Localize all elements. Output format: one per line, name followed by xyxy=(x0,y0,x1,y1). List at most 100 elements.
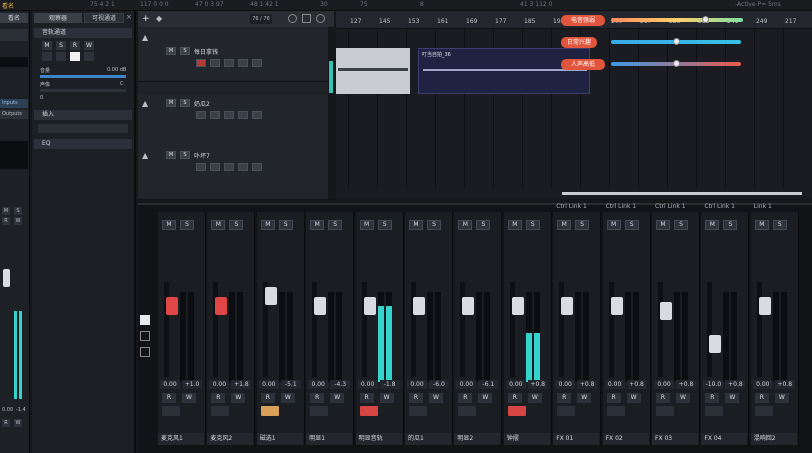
channel-record-button[interactable] xyxy=(260,406,279,416)
insp-extra-2[interactable] xyxy=(56,52,66,61)
channel-write-button[interactable]: W xyxy=(527,393,542,403)
channel-name[interactable]: FX 01 xyxy=(553,433,600,445)
channel-record-button[interactable] xyxy=(606,406,625,416)
channel-mute-button[interactable]: M xyxy=(359,220,374,230)
channel-volume-value[interactable]: 0.00 xyxy=(555,380,576,389)
track-2-w-button[interactable] xyxy=(252,111,262,119)
track-1-edit-button[interactable] xyxy=(224,59,234,67)
section-inserts[interactable]: 插入 xyxy=(34,110,132,120)
channel-volume-value[interactable]: 0.00 xyxy=(604,380,625,389)
insp-extra-1[interactable] xyxy=(42,52,52,61)
left-r-button[interactable]: R xyxy=(2,217,10,225)
channel-record-button[interactable] xyxy=(557,406,576,416)
add-track-button[interactable]: + xyxy=(142,14,152,24)
channel-fader-cap[interactable] xyxy=(511,296,524,315)
channel-fader-track[interactable] xyxy=(213,282,228,377)
channel-fader-track[interactable] xyxy=(411,282,425,377)
insp-w-button[interactable]: W xyxy=(84,41,94,50)
track-row-1[interactable]: ▲ M S 每日拿钱 xyxy=(138,29,334,82)
channel-record-button[interactable] xyxy=(458,406,477,416)
mixer-channel-strip[interactable]: Link 1 M S 0.00 +0.8 R W 混响回2 xyxy=(750,203,799,445)
channel-read-button[interactable]: R xyxy=(606,393,621,403)
audio-clip-1[interactable] xyxy=(336,48,410,94)
channel-solo-button[interactable]: S xyxy=(674,220,688,230)
channel-solo-button[interactable]: S xyxy=(328,220,343,230)
mixer-channel-strip[interactable]: M S 0.00 +0.8 R W 钟摆 xyxy=(503,212,552,445)
mixer-tool-3-icon[interactable] xyxy=(140,347,150,357)
channel-record-button[interactable] xyxy=(754,406,773,416)
channel-fader-track[interactable] xyxy=(658,282,672,377)
channel-solo-button[interactable]: S xyxy=(772,220,787,230)
channel-write-button[interactable]: W xyxy=(774,393,789,403)
left-fader-cap[interactable] xyxy=(3,269,10,287)
track-3-m-button[interactable]: M xyxy=(166,151,176,159)
inputs-item[interactable]: Inputs xyxy=(0,99,28,108)
channel-record-button[interactable] xyxy=(409,406,427,416)
track-3-s-button[interactable]: S xyxy=(180,151,190,159)
channel-solo-button[interactable]: S xyxy=(180,220,194,230)
channel-mute-button[interactable]: M xyxy=(162,220,176,230)
channel-record-button[interactable] xyxy=(310,406,329,416)
channel-write-button[interactable]: W xyxy=(379,393,394,403)
channel-fader-track[interactable] xyxy=(707,282,722,377)
channel-mute-button[interactable]: M xyxy=(705,220,720,230)
channel-fader-track[interactable] xyxy=(608,282,623,377)
outputs-item[interactable]: Outputs xyxy=(0,110,28,119)
channel-write-button[interactable]: W xyxy=(676,393,690,403)
channel-fader-cap[interactable] xyxy=(166,296,178,315)
channel-mute-button[interactable]: M xyxy=(458,220,473,230)
overlay-bar-1[interactable] xyxy=(611,18,743,22)
channel-record-button[interactable] xyxy=(507,406,526,416)
insp-s-button[interactable]: S xyxy=(56,41,66,50)
channel-fader-cap[interactable] xyxy=(363,296,376,315)
mixer-channel-strip[interactable]: Ctrl Link 1 M S 0.00 +0.8 R W FX 01 xyxy=(553,203,602,445)
mixer-channel-strip[interactable]: Ctrl Link 1 M S -10.0 +0.8 R W FX 04 xyxy=(701,203,750,445)
channel-solo-button[interactable]: S xyxy=(525,220,540,230)
track-2-r-button[interactable] xyxy=(238,111,248,119)
channel-fader-cap[interactable] xyxy=(215,296,228,315)
channel-read-button[interactable]: R xyxy=(211,393,226,403)
channel-write-button[interactable]: W xyxy=(478,393,493,403)
search-icon[interactable] xyxy=(316,14,325,23)
track-1-w-button[interactable] xyxy=(252,59,262,67)
channel-fader-cap[interactable] xyxy=(413,296,425,315)
left-m-button[interactable]: M xyxy=(2,207,10,215)
channel-fader-track[interactable] xyxy=(460,282,475,377)
track-3-record-button[interactable] xyxy=(196,163,206,171)
pan-slider[interactable] xyxy=(40,89,126,92)
channel-write-button[interactable]: W xyxy=(626,393,641,403)
overlay-pill-3[interactable]: 人声高低 xyxy=(561,59,605,70)
channel-read-button[interactable]: R xyxy=(507,393,522,403)
channel-read-button[interactable]: R xyxy=(656,393,670,403)
channel-read-button[interactable]: R xyxy=(705,393,720,403)
channel-record-button[interactable] xyxy=(656,406,674,416)
channel-mute-button[interactable]: M xyxy=(260,220,275,230)
channel-mute-button[interactable]: M xyxy=(211,220,226,230)
left-s-button[interactable]: S xyxy=(14,207,22,215)
channel-name[interactable]: 的瓜1 xyxy=(405,433,451,445)
channel-fader-track[interactable] xyxy=(509,282,524,377)
left-w2-button[interactable]: W xyxy=(14,419,22,427)
channel-volume-value[interactable]: 0.00 xyxy=(752,380,773,389)
channel-fader-cap[interactable] xyxy=(264,287,277,306)
insp-m-button[interactable]: M xyxy=(42,41,52,50)
mixer-channel-strip[interactable]: M S 0.00 -4.3 R W 明显1 xyxy=(306,212,355,445)
monitor-icon[interactable] xyxy=(288,14,297,23)
left-r2-button[interactable]: R xyxy=(2,419,10,427)
channel-solo-button[interactable]: S xyxy=(723,220,738,230)
channel-write-button[interactable]: W xyxy=(429,393,443,403)
overlay-knob-2[interactable] xyxy=(673,38,680,45)
tab-inspector[interactable]: 观察器 xyxy=(34,13,82,23)
channel-name[interactable]: 钟摆 xyxy=(503,433,550,445)
channel-mute-button[interactable]: M xyxy=(656,220,670,230)
channel-solo-button[interactable]: S xyxy=(278,220,293,230)
track-3-w-button[interactable] xyxy=(252,163,262,171)
channel-solo-button[interactable]: S xyxy=(476,220,491,230)
channel-volume-value[interactable]: 0.00 xyxy=(258,380,279,389)
arrange-hscrollbar[interactable] xyxy=(562,192,802,195)
mixer-channel-strip[interactable]: M S 0.00 -5.1 R W 磁选1 xyxy=(256,212,305,445)
view-icon[interactable] xyxy=(302,14,311,23)
channel-name[interactable]: 麦克风1 xyxy=(158,433,204,445)
track-row-2[interactable]: ▲ M S 奶瓜2 xyxy=(138,95,334,148)
track-1-monitor-button[interactable] xyxy=(210,59,220,67)
